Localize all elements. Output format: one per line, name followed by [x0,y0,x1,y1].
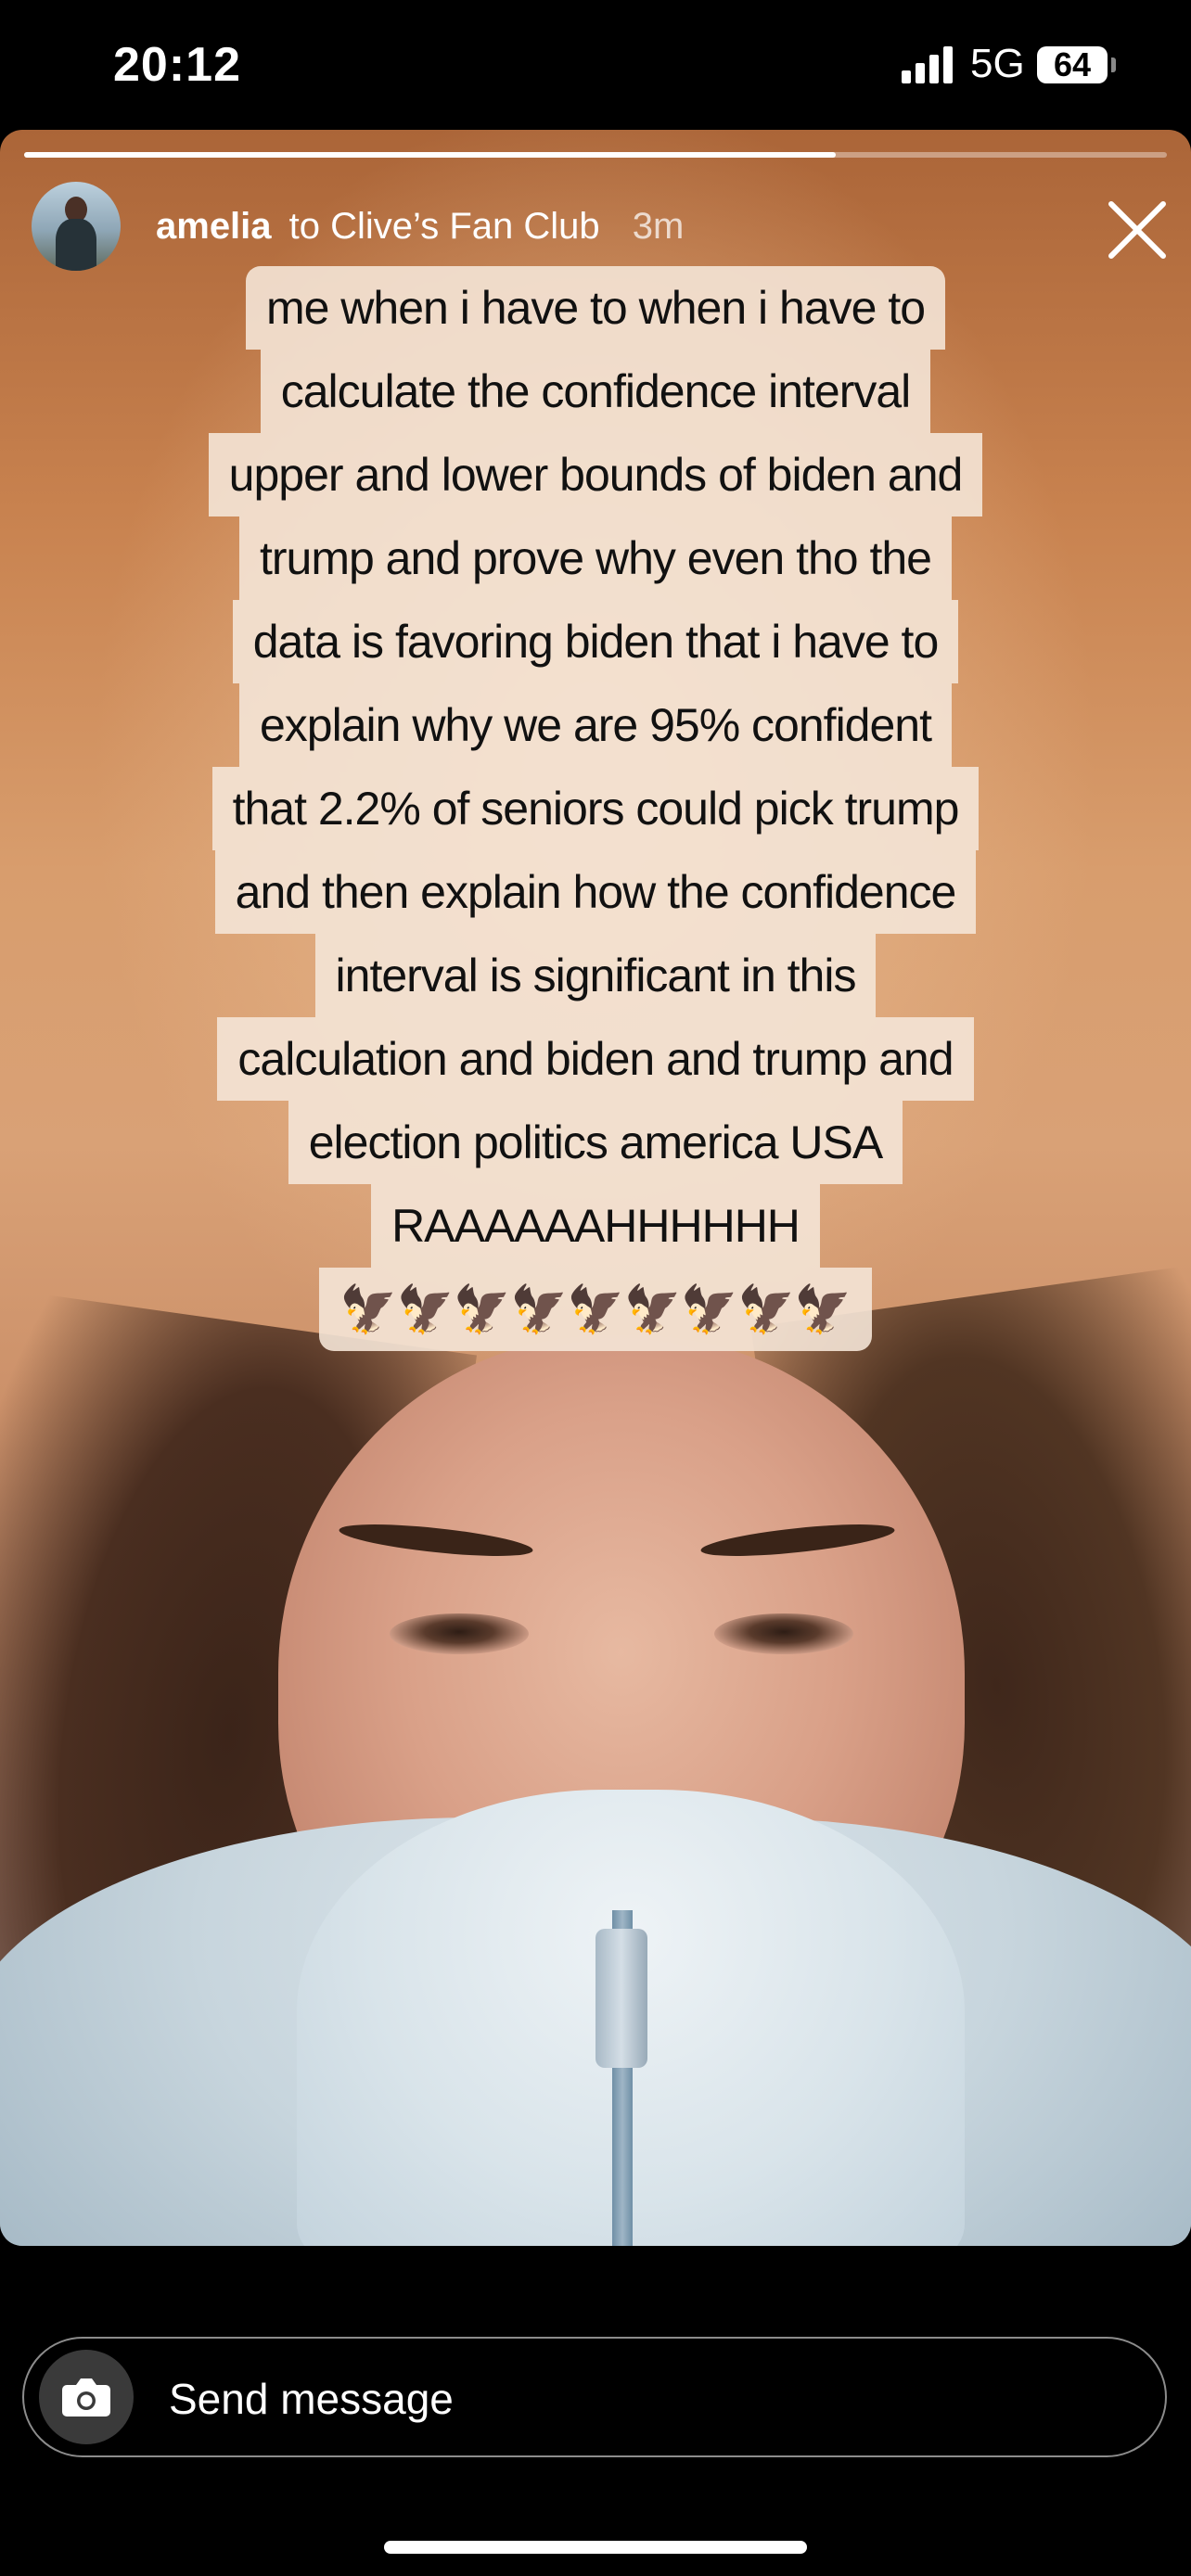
caption-line: calculation and biden and trump and [217,1017,974,1101]
story-photo-zipper-pull [596,1929,647,2068]
caption-line: RAAAAAAHHHHHH [371,1184,820,1268]
message-input[interactable]: Send message [169,2374,454,2424]
caption-row: calculation and biden and trump and [132,1017,1059,1102]
story-viewer[interactable]: amelia to Clive’s Fan Club 3m me when i … [0,130,1191,2246]
status-bar: 20:12 5G 64 [0,0,1191,130]
caption-line: calculate the confidence interval [260,350,931,433]
network-type: 5G [970,41,1025,86]
caption-row: trump and prove why even tho the [132,516,1059,601]
caption-row: election politics america USA [132,1101,1059,1185]
camera-button[interactable] [39,2350,134,2444]
status-time: 20:12 [113,38,241,92]
avatar[interactable] [32,182,121,271]
home-indicator [384,2541,807,2554]
caption-row: explain why we are 95% confident [132,683,1059,768]
story-photo-eye-left [390,1613,529,1654]
story-caption: me when i have to when i have to calculat… [132,266,1059,1352]
instagram-story-screen: 20:12 5G 64 amelia to Clive’s Fan Club 3… [0,0,1191,2576]
caption-line: me when i have to when i have to [245,266,946,350]
battery-icon: 64 [1037,46,1108,83]
caption-line: explain why we are 95% confident [238,683,952,767]
caption-row: upper and lower bounds of biden and [132,433,1059,517]
battery-cap [1111,57,1116,72]
caption-row: interval is significant in this [132,934,1059,1018]
close-button[interactable] [1102,195,1172,265]
story-timestamp: 3m [632,206,685,247]
caption-line: data is favoring biden that i have to [232,600,959,683]
story-progress-fill [24,152,836,158]
story-audience[interactable]: to Clive’s Fan Club [289,206,600,247]
caption-line: and then explain how the confidence [214,850,977,934]
caption-line: upper and lower bounds of biden and [208,433,983,516]
battery-level: 64 [1053,45,1092,83]
caption-row: and then explain how the confidence [132,850,1059,935]
caption-line: that 2.2% of seniors could pick trump [211,767,980,850]
camera-icon [62,2378,110,2417]
story-progress-bar [24,152,1167,158]
close-icon [1108,201,1166,259]
caption-line: trump and prove why even tho the [238,516,952,600]
caption-row: RAAAAAAHHHHHH [132,1184,1059,1269]
signal-icon [902,45,957,83]
caption-line: 🦅🦅🦅🦅🦅🦅🦅🦅🦅 [319,1268,872,1351]
caption-row: 🦅🦅🦅🦅🦅🦅🦅🦅🦅 [132,1268,1059,1352]
story-header: amelia to Clive’s Fan Club 3m [156,206,684,248]
story-username[interactable]: amelia [156,206,272,247]
caption-line: election politics america USA [288,1101,903,1184]
caption-row: calculate the confidence interval [132,350,1059,434]
caption-row: that 2.2% of seniors could pick trump [132,767,1059,851]
caption-row: data is favoring biden that i have to [132,600,1059,684]
caption-line: interval is significant in this [314,934,877,1017]
caption-row: me when i have to when i have to [132,266,1059,351]
send-message-bar[interactable]: Send message [22,2337,1167,2457]
story-photo-eye-right [714,1613,853,1654]
